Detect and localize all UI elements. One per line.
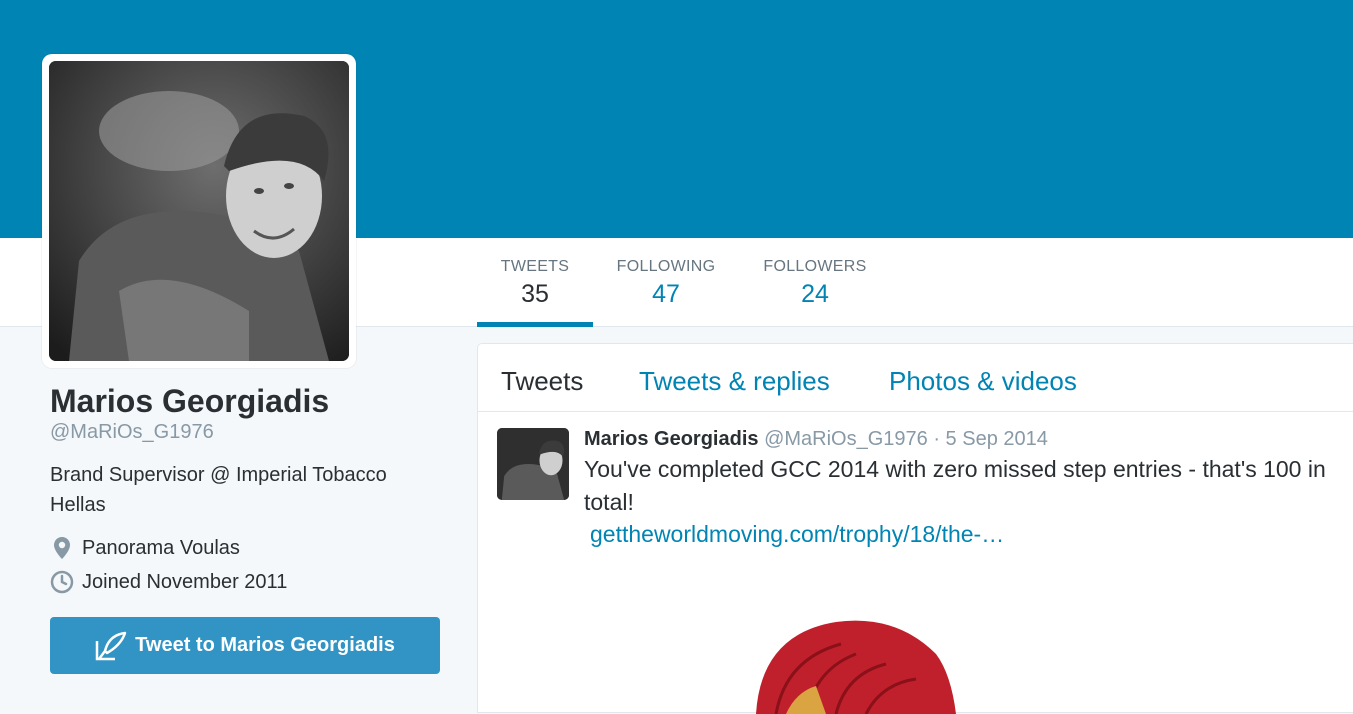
tweet-header: Marios Georgiadis @MaRiOs_G1976 · 5 Sep … (584, 428, 1048, 451)
joined-text: Joined November 2011 (82, 570, 288, 593)
stat-followers-count: 24 (801, 280, 829, 308)
tweet-link[interactable]: gettheworldmoving.com/trophy/18/the-… (590, 521, 1004, 548)
profile-joined: Joined November 2011 (50, 570, 287, 594)
profile-name: Marios Georgiadis (50, 383, 330, 419)
profile-avatar[interactable] (49, 61, 349, 361)
tweet-date[interactable]: 5 Sep 2014 (946, 428, 1048, 450)
stat-tweets[interactable]: TWEETS 35 (477, 258, 593, 312)
profile-bio: Brand Supervisor @ Imperial Tobacco Hell… (50, 464, 387, 516)
tab-tweets[interactable]: Tweets (501, 366, 583, 397)
tweet-to-label: Tweet to Marios Georgiadis (135, 634, 395, 656)
tweet-avatar[interactable] (497, 428, 569, 500)
active-stat-indicator (477, 322, 593, 327)
timeline-tabs: Tweets Tweets & replies Photos & videos (478, 344, 1353, 412)
stat-following-count: 47 (652, 280, 680, 308)
location-text: Panorama Voulas (82, 536, 240, 559)
tweet-text: You've completed GCC 2014 with zero miss… (584, 456, 1326, 515)
location-pin-icon (50, 536, 74, 560)
stat-tweets-count: 35 (521, 280, 549, 308)
compose-quill-icon (95, 631, 127, 660)
tweet-separator: · (927, 428, 946, 450)
tweet-author-handle[interactable]: @MaRiOs_G1976 (764, 428, 928, 450)
stat-followers-label: FOLLOWERS (763, 258, 867, 275)
profile-location: Panorama Voulas (50, 536, 240, 560)
tab-photos-videos[interactable]: Photos & videos (889, 366, 1077, 397)
timeline-card: Tweets Tweets & replies Photos & videos … (477, 343, 1353, 714)
tweet-author-name[interactable]: Marios Georgiadis (584, 428, 759, 450)
stat-followers[interactable]: FOLLOWERS 24 (752, 258, 878, 312)
clock-icon (50, 570, 74, 594)
tweet-to-button[interactable]: Tweet to Marios Georgiadis (50, 617, 440, 674)
stat-tweets-label: TWEETS (500, 258, 570, 275)
stat-following[interactable]: FOLLOWING 47 (607, 258, 725, 312)
profile-handle[interactable]: @MaRiOs_G1976 (50, 421, 214, 444)
tab-tweets-replies[interactable]: Tweets & replies (639, 366, 830, 397)
trophy-helmet-image[interactable] (746, 614, 966, 714)
stat-following-label: FOLLOWING (616, 258, 716, 275)
